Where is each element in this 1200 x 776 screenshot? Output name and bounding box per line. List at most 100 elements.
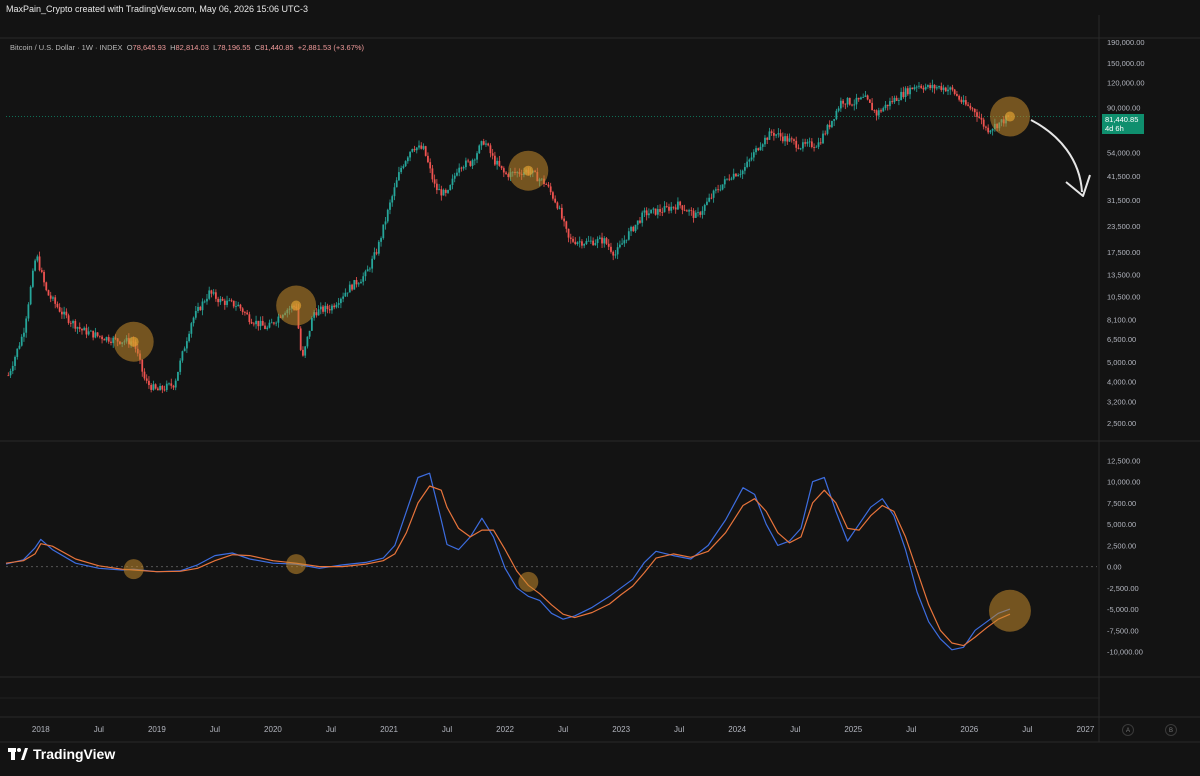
- candle-body: [882, 108, 885, 112]
- candle-body: [92, 330, 95, 338]
- candle-body: [480, 141, 483, 146]
- candle-body: [174, 380, 177, 388]
- chart-header-title: MaxPain_Crypto created with TradingView.…: [6, 4, 308, 14]
- candle-body: [690, 210, 693, 211]
- candle-body: [199, 306, 202, 311]
- candle-body: [889, 101, 891, 107]
- candle-body: [674, 207, 677, 210]
- candle-body: [273, 322, 275, 324]
- candle-body: [989, 130, 992, 133]
- time-axis-tick: 2027: [1076, 725, 1094, 734]
- candle-body: [246, 312, 249, 315]
- candle-body: [973, 108, 976, 113]
- candle-body: [170, 383, 173, 386]
- candle-body: [799, 148, 802, 150]
- candle-body: [864, 95, 867, 97]
- candle-body: [960, 99, 963, 103]
- candle-body: [438, 189, 440, 191]
- chart-canvas[interactable]: 190,000.00 150,000.00 120,000.00 90,000.00 7…: [0, 0, 1200, 776]
- candle-body: [714, 189, 717, 191]
- candle-body: [326, 305, 329, 310]
- candle-body: [460, 167, 463, 169]
- candle-body: [487, 143, 490, 146]
- price-axis-tick: 190,000.00: [1107, 38, 1145, 47]
- candle-body: [951, 87, 954, 90]
- candle-body: [752, 152, 755, 158]
- candle-body: [697, 212, 699, 214]
- candle-body: [197, 306, 199, 311]
- time-axis-tick: 2019: [148, 725, 166, 734]
- candle-body: [964, 100, 967, 105]
- candle-body: [105, 337, 108, 341]
- candle-body: [712, 190, 715, 198]
- candle-body: [306, 336, 309, 347]
- candle-body: [817, 142, 820, 147]
- candle-body: [969, 105, 972, 109]
- candle-body: [634, 224, 637, 232]
- candle-body: [29, 286, 32, 305]
- candle-body: [976, 112, 978, 117]
- candle-body: [317, 309, 320, 316]
- oscillator-slow-line: [5, 485, 1011, 647]
- candle-body: [212, 292, 215, 294]
- candle-body: [69, 322, 72, 324]
- candle-body: [232, 300, 235, 307]
- candle-body: [877, 110, 880, 116]
- candle-body: [802, 142, 804, 149]
- candle-body: [235, 306, 237, 308]
- candle-body: [554, 198, 557, 203]
- candle-body: [181, 351, 184, 361]
- candle-body: [188, 333, 191, 342]
- open-value: 78,645.93: [132, 43, 166, 52]
- time-axis-tick: 2024: [728, 725, 746, 734]
- time-axis-tick: Jul: [674, 725, 684, 734]
- candle-body: [469, 161, 472, 166]
- candle-body: [424, 146, 427, 156]
- highlight-circle: [988, 589, 1031, 632]
- candle-body: [741, 170, 744, 175]
- time-axis-tick: 2022: [496, 725, 514, 734]
- candle-body: [482, 141, 485, 145]
- log-scale-button[interactable]: B: [1165, 724, 1177, 736]
- tradingview-logo-icon: [8, 748, 28, 760]
- price-axis-tick: 120,000.00: [1107, 78, 1145, 87]
- change-value: +2,881.53 (+3.67%): [297, 43, 365, 52]
- candle-body: [572, 238, 574, 242]
- candle-body: [831, 120, 833, 128]
- candle-body: [623, 240, 626, 244]
- candle-body: [192, 317, 195, 324]
- candle-body: [324, 305, 327, 312]
- candle-body: [54, 297, 57, 304]
- candle-body: [728, 178, 731, 180]
- candle-body: [942, 87, 945, 90]
- symbol-name: Bitcoin / U.S. Dollar · 1W · INDEX: [10, 43, 123, 52]
- price-axis-tick: 23,500.00: [1107, 222, 1140, 231]
- candle-body: [897, 100, 900, 101]
- candle-body: [665, 206, 668, 207]
- auto-scale-button[interactable]: A: [1122, 724, 1134, 736]
- candle-body: [909, 87, 911, 95]
- candle-body: [442, 189, 445, 196]
- candle-body: [161, 385, 164, 390]
- candle-body: [636, 220, 639, 225]
- candle-body: [935, 87, 938, 89]
- candle-body: [900, 91, 903, 101]
- price-axis-tick: 2,500.00: [1107, 419, 1136, 428]
- candle-body: [404, 161, 407, 167]
- candle-body: [226, 300, 228, 305]
- candle-body: [804, 142, 807, 144]
- candle-body: [743, 167, 746, 171]
- oscillator-fast-line: [5, 472, 1011, 651]
- price-axis-tick: 10,500.00: [1107, 293, 1140, 302]
- candle-body: [257, 320, 260, 327]
- candle-body: [656, 209, 659, 215]
- candle-body: [49, 295, 52, 299]
- arrow-head: [1065, 174, 1091, 197]
- candle-body: [895, 97, 898, 101]
- candle-body: [219, 298, 222, 303]
- candle-body: [96, 332, 99, 336]
- candle-body: [76, 327, 79, 329]
- time-axis-tick: Jul: [558, 725, 568, 734]
- candle-body: [505, 172, 507, 175]
- candle-body: [165, 383, 168, 390]
